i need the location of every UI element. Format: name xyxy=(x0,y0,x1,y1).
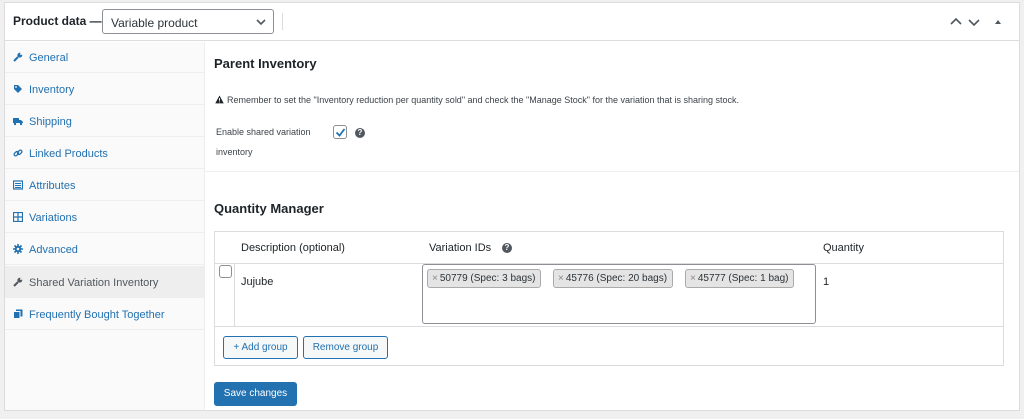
variation-chip-label: 50779 (Spec: 3 bags) xyxy=(439,273,536,284)
enable-shared-inventory-checkbox[interactable] xyxy=(333,125,347,139)
tab-label: Advanced xyxy=(29,244,78,256)
remove-chip-icon[interactable]: × xyxy=(690,273,696,284)
remove-chip-icon[interactable]: × xyxy=(558,273,564,284)
section-divider xyxy=(205,171,1019,172)
list-icon xyxy=(13,180,23,190)
wrench-icon xyxy=(13,52,23,62)
variation-chip-label: 45777 (Spec: 1 bag) xyxy=(697,273,789,284)
tab-label: Inventory xyxy=(29,84,75,96)
remove-group-button[interactable]: Remove group xyxy=(303,336,388,359)
quantity-manager-heading: Quantity Manager xyxy=(214,201,324,216)
tab-label: Shared Variation Inventory xyxy=(29,277,159,289)
tab-label: Linked Products xyxy=(29,148,108,160)
product-type-value: Variable product xyxy=(111,16,198,30)
tab-attributes[interactable]: Attributes xyxy=(5,170,205,201)
product-data-tabs: General Inventory Shipping Linked Produc… xyxy=(5,42,205,410)
truck-icon xyxy=(13,118,23,126)
quantity-table: Description (optional) Variation IDs ? Q… xyxy=(214,231,1004,366)
column-header-description: Description (optional) xyxy=(241,242,345,254)
table-footer-border xyxy=(215,326,1003,327)
wrench-icon xyxy=(13,277,23,287)
row-quantity[interactable]: 1 xyxy=(823,276,829,288)
panel-title: Product data — xyxy=(13,14,102,28)
variation-chip-label: 45776 (Spec: 20 bags) xyxy=(565,273,668,284)
chevron-down-icon xyxy=(256,19,266,26)
panel-header: Product data — Variable product xyxy=(5,3,1019,41)
tab-label: Shipping xyxy=(29,116,72,128)
inventory-notice: Remember to set the "Inventory reduction… xyxy=(215,95,739,105)
help-icon[interactable]: ? xyxy=(355,128,365,138)
toggle-panel-icon[interactable] xyxy=(991,15,1005,29)
tab-advanced[interactable]: Advanced xyxy=(5,234,205,265)
column-header-variation-ids: Variation IDs xyxy=(429,242,492,254)
grid-icon xyxy=(13,212,23,222)
variation-chip: × 50779 (Spec: 3 bags) xyxy=(427,269,542,288)
tab-general[interactable]: General xyxy=(5,42,205,73)
tab-frequently-bought-together[interactable]: Frequently Bought Together xyxy=(5,299,205,330)
add-group-button[interactable]: + Add group xyxy=(223,336,298,359)
column-header-quantity: Quantity xyxy=(823,242,864,254)
row-description[interactable]: Jujube xyxy=(241,276,273,288)
row-select-checkbox[interactable] xyxy=(219,265,232,278)
enable-label-line1: Enable shared variation xyxy=(216,127,311,137)
checkmark-icon xyxy=(335,128,346,137)
tab-shipping[interactable]: Shipping xyxy=(5,106,205,137)
variation-chip: × 45776 (Spec: 20 bags) xyxy=(553,269,674,288)
row-checkbox-divider xyxy=(234,264,235,326)
tab-label: Frequently Bought Together xyxy=(29,309,165,321)
remove-chip-icon[interactable]: × xyxy=(432,273,438,284)
tab-label: Attributes xyxy=(29,180,76,192)
link-icon xyxy=(13,149,23,157)
parent-inventory-heading: Parent Inventory xyxy=(214,56,317,71)
move-up-icon[interactable] xyxy=(949,15,963,29)
variation-chip: × 45777 (Spec: 1 bag) xyxy=(685,269,795,288)
move-down-icon[interactable] xyxy=(967,15,981,29)
save-changes-button[interactable]: Save changes xyxy=(214,382,297,406)
tab-linked-products[interactable]: Linked Products xyxy=(5,138,205,169)
enable-label-line2: inventory xyxy=(216,147,253,157)
tab-label: General xyxy=(29,52,69,64)
tab-shared-variation-inventory[interactable]: Shared Variation Inventory xyxy=(5,266,205,298)
copy-icon xyxy=(13,309,23,319)
tab-variations[interactable]: Variations xyxy=(5,202,205,233)
header-separator xyxy=(282,13,283,30)
tab-inventory[interactable]: Inventory xyxy=(5,74,205,105)
notice-text: Remember to set the "Inventory reduction… xyxy=(227,95,740,105)
gear-icon xyxy=(13,244,23,254)
product-data-panel: Product data — Variable product General … xyxy=(4,2,1020,411)
tab-label: Variations xyxy=(29,212,78,224)
product-type-select[interactable]: Variable product xyxy=(102,9,274,34)
tag-icon xyxy=(14,85,22,93)
variation-ids-select[interactable]: × 50779 (Spec: 3 bags) × 45776 (Spec: 20 b… xyxy=(422,264,816,324)
enable-shared-inventory-label: Enable shared variation inventory xyxy=(216,124,331,158)
warning-icon xyxy=(215,95,224,104)
help-icon[interactable]: ? xyxy=(502,243,512,253)
